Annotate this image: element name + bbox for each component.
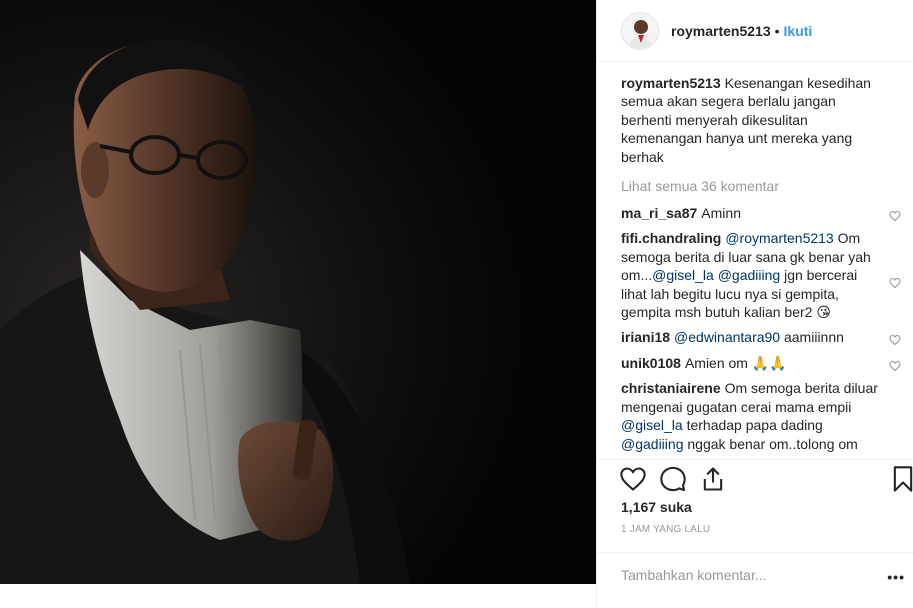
add-comment-input[interactable] (621, 567, 871, 583)
comment-like-heart-icon[interactable] (889, 210, 901, 222)
heart-icon[interactable] (619, 465, 647, 498)
comment-item: christaniairene Om semoga berita diluar m… (621, 379, 883, 453)
comment-item: fifi.chandraling @roymarten5213 Om semoga… (621, 229, 901, 321)
bookmark-icon[interactable] (889, 465, 913, 498)
follow-button[interactable]: Ikuti (784, 23, 813, 39)
mention-link[interactable]: @gisel_la (621, 417, 683, 433)
more-options-icon[interactable]: ••• (887, 569, 905, 585)
post-header: roymarten5213 • Ikuti (597, 0, 913, 62)
action-bar (597, 459, 913, 499)
mention-link[interactable]: @roymarten5213 (725, 230, 833, 246)
post-photo[interactable] (0, 0, 596, 584)
add-comment-bar: ••• (597, 552, 913, 608)
mention-link[interactable]: @gisel_la (652, 267, 714, 283)
comment-item: unik0108 Amien om 🙏🙏 (621, 354, 901, 372)
comment-username[interactable]: unik0108 (621, 355, 681, 371)
comment-like-heart-icon[interactable] (889, 334, 901, 346)
comments-list[interactable]: roymarten5213 Kesenangan kesedihan semua … (621, 74, 913, 458)
comment-username[interactable]: ma_ri_sa87 (621, 205, 697, 221)
post-side-panel: roymarten5213 • Ikuti roymarten5213 Kesen… (596, 0, 913, 608)
view-all-comments-link[interactable]: Lihat semua 36 komentar (621, 178, 883, 194)
portrait-image (0, 0, 596, 584)
post-timestamp[interactable]: 1 JAM YANG LALU (621, 524, 710, 535)
avatar[interactable] (621, 11, 659, 50)
share-icon[interactable] (699, 465, 727, 498)
mention-link[interactable]: @gadiiing (621, 436, 683, 452)
likes-count[interactable]: 1,167 suka (621, 499, 692, 515)
comment-text: aamiiinnn (780, 329, 844, 346)
comment-text: Aminn (701, 205, 741, 222)
mention-link[interactable]: @edwinantara90 (674, 329, 780, 345)
header-separator: • (774, 22, 780, 39)
comment-text: nggak benar om..tolong om (683, 435, 858, 452)
comment-item: iriani18 @edwinantara90 aamiiinnn (621, 328, 901, 346)
avatar-image (622, 12, 658, 49)
comment-text: Amien om 🙏🙏 (684, 354, 787, 371)
comment-username[interactable]: christaniairene (621, 380, 721, 396)
mention-link[interactable]: @gadiiing (718, 267, 780, 283)
comment-username[interactable]: iriani18 (621, 329, 670, 345)
comment-like-heart-icon[interactable] (889, 360, 901, 372)
comment-icon[interactable] (659, 465, 687, 498)
comment-item: ma_ri_sa87 Aminn (621, 204, 901, 222)
header-username[interactable]: roymarten5213 (671, 23, 771, 39)
comment-like-heart-icon[interactable] (889, 277, 901, 289)
comment-username[interactable]: fifi.chandraling (621, 230, 721, 246)
caption: roymarten5213 Kesenangan kesedihan semua … (621, 74, 883, 166)
comment-items: ma_ri_sa87 Aminn fifi.chandraling @roymarte… (621, 204, 901, 453)
comment-text: terhadap papa dading (682, 417, 823, 434)
caption-username[interactable]: roymarten5213 (621, 75, 721, 91)
